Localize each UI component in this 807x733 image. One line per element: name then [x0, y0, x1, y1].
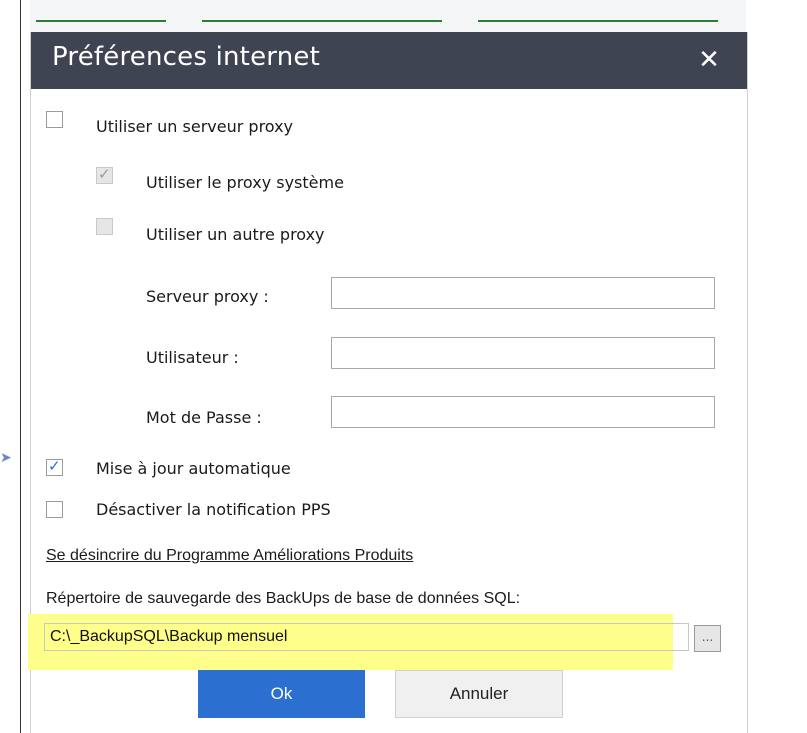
system-proxy-label: Utiliser le proxy système [146, 173, 344, 192]
other-proxy-checkbox[interactable] [96, 218, 113, 235]
use-proxy-checkbox[interactable] [46, 111, 63, 128]
password-field[interactable] [331, 396, 715, 428]
background-decoration [36, 20, 166, 22]
other-proxy-label: Utiliser un autre proxy [146, 225, 325, 244]
unsubscribe-link[interactable]: Se désincrire du Programme Améliorations… [46, 547, 413, 565]
disable-pps-label: Désactiver la notification PPS [96, 500, 331, 519]
internet-preferences-dialog: Préférences internet ✕ Utiliser un serve… [28, 32, 748, 733]
checkmark-icon: ✓ [48, 457, 61, 475]
proxy-server-field[interactable] [331, 277, 715, 309]
cancel-button[interactable]: Annuler [395, 670, 563, 718]
disable-pps-checkbox[interactable] [46, 501, 63, 518]
dialog-title: Préférences internet [52, 42, 320, 72]
user-label: Utilisateur : [146, 348, 239, 367]
proxy-server-label: Serveur proxy : [146, 287, 269, 306]
backup-path-field[interactable] [44, 623, 689, 651]
password-label: Mot de Passe : [146, 408, 262, 427]
use-proxy-label: Utiliser un serveur proxy [96, 117, 294, 136]
arrow-right-icon: ➤ [0, 450, 12, 466]
backup-directory-label: Répertoire de sauvegarde des BackUps de … [46, 590, 521, 607]
background-window-strip [30, 0, 746, 32]
browse-button[interactable]: ... [694, 625, 721, 652]
close-icon[interactable]: ✕ [693, 42, 725, 78]
auto-update-checkbox[interactable]: ✓ [46, 457, 63, 476]
user-field[interactable] [331, 337, 715, 369]
outer-frame-line [20, 0, 21, 733]
background-decoration [478, 20, 718, 22]
auto-update-label: Mise à jour automatique [96, 459, 291, 478]
background-decoration [202, 20, 442, 22]
dialog-titlebar: Préférences internet ✕ [31, 32, 747, 89]
ok-button[interactable]: Ok [198, 670, 365, 718]
system-proxy-checkbox[interactable]: ✓ [96, 165, 113, 184]
checkmark-icon: ✓ [98, 165, 111, 183]
